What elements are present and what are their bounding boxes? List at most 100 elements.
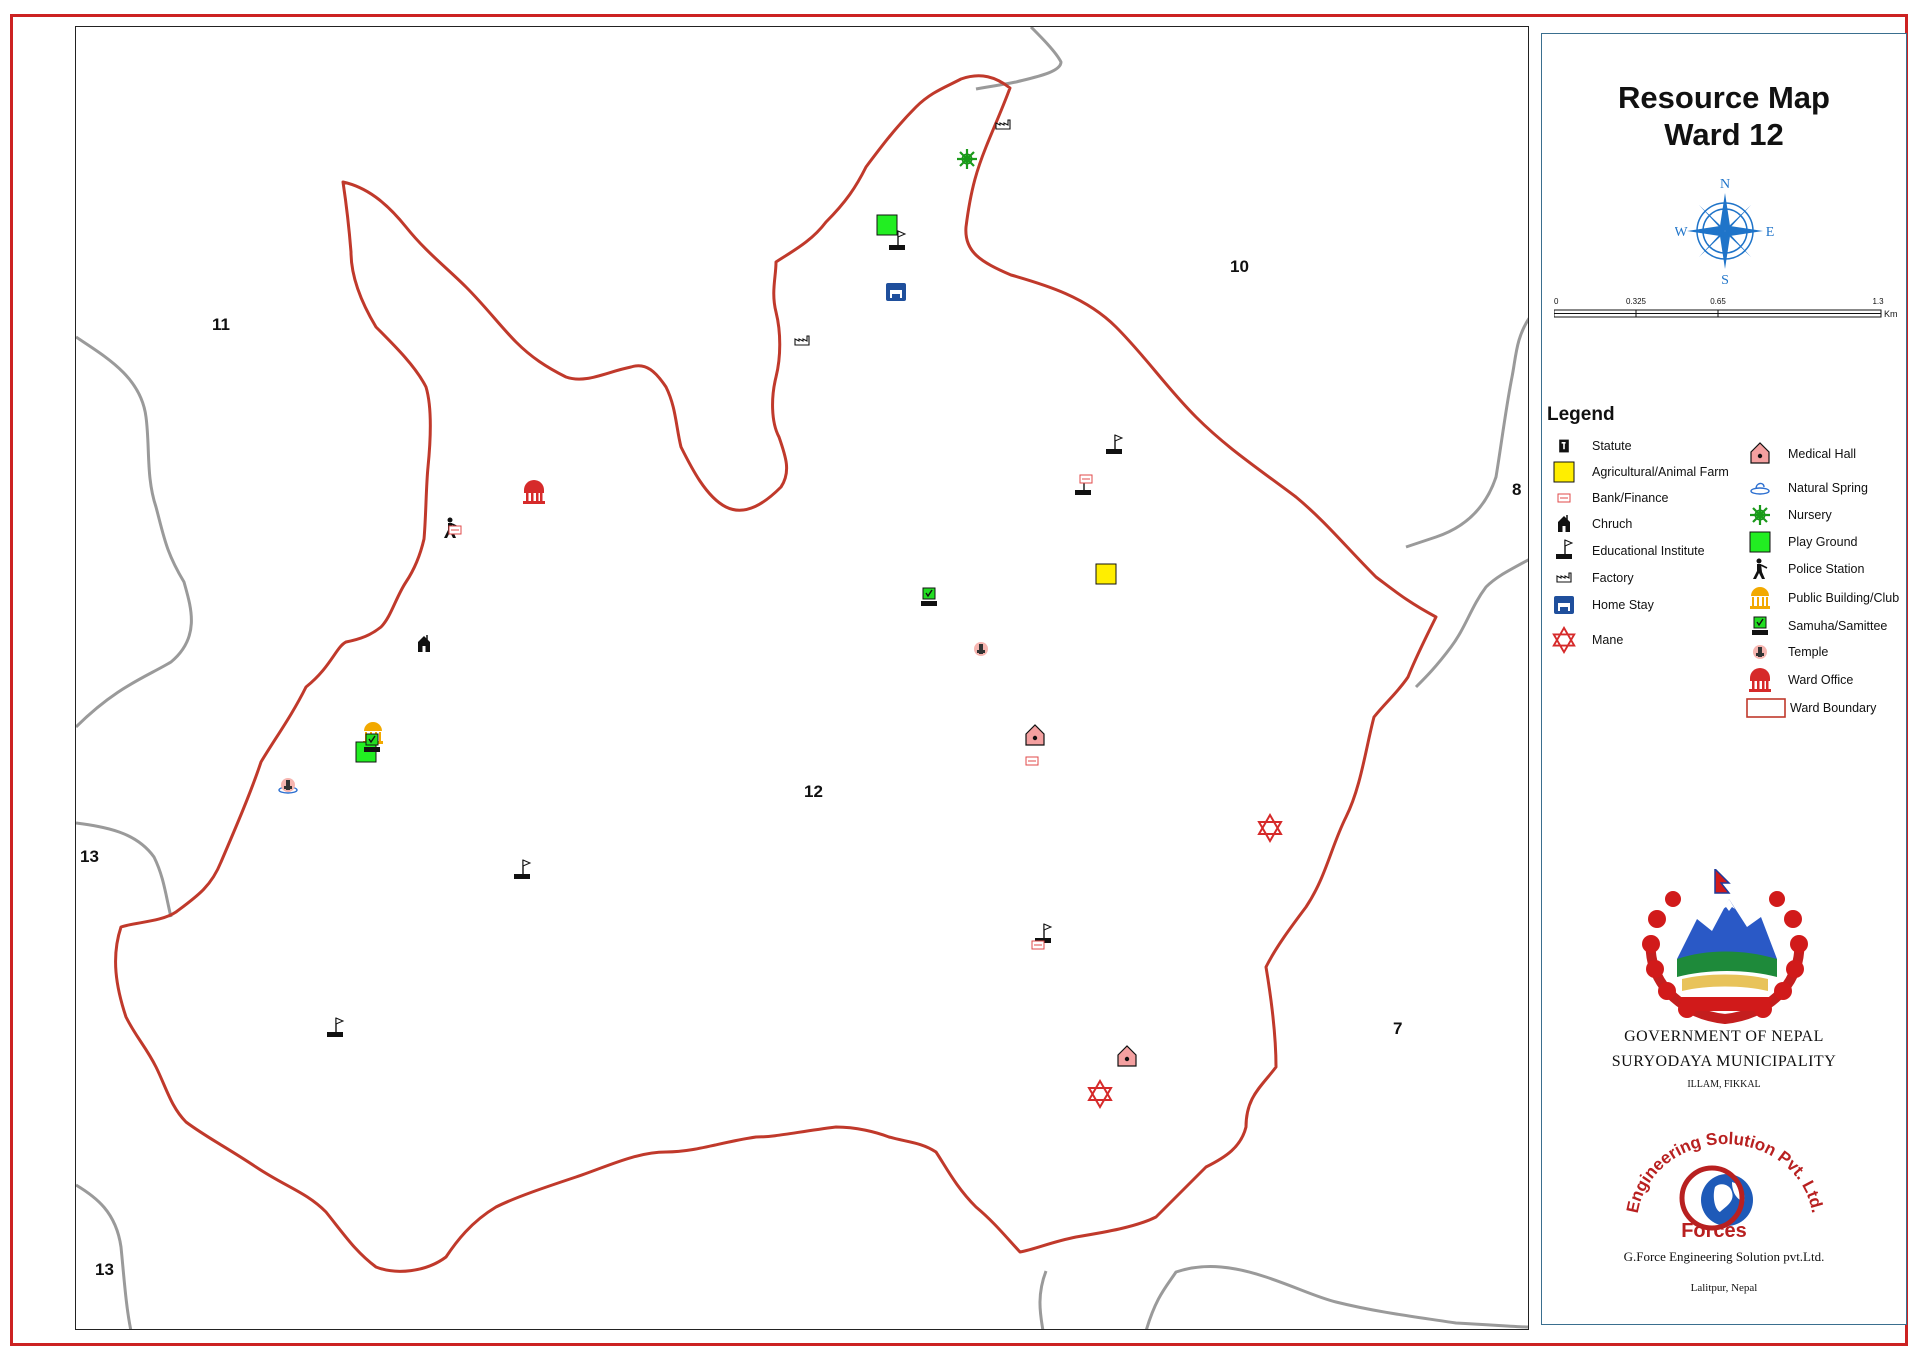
map-canvas [76, 27, 1528, 1329]
samuha-icon [920, 587, 938, 607]
church-icon [417, 634, 431, 653]
legend-item-ward-office: Ward Office [1746, 668, 1853, 692]
scale-bar: 0 0.325 0.65 1.3 Km [1554, 297, 1898, 319]
home-stay-icon [1554, 596, 1574, 614]
compass-north-label: N [1720, 177, 1730, 192]
medical-hall-icon [1025, 724, 1045, 746]
legend-label: Mane [1592, 633, 1624, 647]
legend-item-home-stay: Home Stay [1550, 593, 1654, 617]
legend-label: Police Station [1788, 562, 1865, 576]
scale-tick-1: 0.325 [1626, 297, 1647, 306]
legend-label: Chruch [1592, 517, 1633, 531]
police-station-icon [1752, 557, 1768, 580]
legend-item-agricultural-farm: Agricultural/Animal Farm [1550, 460, 1729, 484]
legend-label: Ward Office [1788, 673, 1854, 687]
church-icon [1557, 514, 1571, 533]
ward-label-8: 8 [1512, 480, 1522, 499]
bank-icon [448, 525, 462, 535]
legend-label: Public Building/Club [1788, 591, 1900, 605]
nursery-icon [1748, 503, 1772, 527]
medical-hall-icon [1117, 1045, 1137, 1067]
bank-icon [1079, 474, 1093, 484]
agricultural-farm-icon [1095, 563, 1117, 585]
legend-label: Temple [1788, 645, 1829, 659]
legend-label: Educational Institute [1592, 544, 1705, 558]
company-name: G.Force Engineering Solution pvt.Ltd. [1623, 1249, 1825, 1264]
nursery-icon [955, 147, 979, 171]
samuha-icon [1751, 616, 1769, 636]
playground-icon [1749, 531, 1771, 553]
mane-star-icon [1258, 814, 1282, 842]
temple-icon [974, 642, 988, 656]
legend-item-medical-hall: Medical Hall [1746, 442, 1856, 466]
samuha-icon [363, 733, 381, 753]
home-stay-icon [886, 283, 906, 301]
boundary-ward-13-south [76, 1183, 133, 1329]
factory-icon [1556, 572, 1572, 583]
boundary-ward-8 [1405, 317, 1528, 549]
boundary-ward-7-south [1038, 1270, 1048, 1329]
factory-icon [794, 335, 810, 346]
map-area[interactable]: 11 10 8 12 13 7 13 [75, 26, 1529, 1330]
legend-label: Factory [1592, 571, 1634, 585]
legend-item-bank: Bank/Finance [1550, 486, 1668, 510]
ward-label-13: 13 [80, 847, 99, 866]
legend-label: Ward Boundary [1790, 701, 1877, 715]
school-flag-icon [1105, 434, 1123, 455]
legend-item-natural-spring: Natural Spring [1746, 476, 1868, 500]
legend-item-police-station: Police Station [1746, 557, 1864, 581]
map-symbols [278, 119, 1282, 1108]
map-title-line-2: Ward 12 [1664, 117, 1784, 152]
municipality-address: ILLAM, FIKKAL [1687, 1079, 1761, 1090]
school-flag-icon [326, 1017, 344, 1038]
temple-icon [1753, 645, 1767, 659]
compass-south-label: S [1721, 273, 1729, 286]
scale-unit: Km [1884, 309, 1898, 319]
ward-office-icon [1749, 668, 1771, 692]
boundary-ward-10-top [975, 27, 1063, 91]
ward-label-10: 10 [1230, 257, 1249, 276]
compass-east-label: E [1766, 225, 1775, 240]
bank-icon [1031, 940, 1045, 950]
school-flag-icon [1034, 923, 1052, 944]
gforce-company-logo: Engineering Solution Pvt. Ltd. Forces [1623, 1129, 1827, 1242]
legend-item-play-ground: Play Ground [1746, 530, 1857, 554]
boundary-ward-7-southeast [1145, 1265, 1528, 1329]
legend-label: Nursery [1788, 508, 1832, 522]
north-arrow-compass-icon: N S W E [1675, 177, 1775, 286]
legend-label: Medical Hall [1788, 447, 1857, 461]
legend-label: Statute [1592, 439, 1632, 453]
municipality-name: SURYODAYA MUNICIPALITY [1611, 1053, 1837, 1070]
medical-hall-icon [1750, 442, 1770, 464]
ward-office-icon [523, 480, 545, 504]
bank-icon [1557, 493, 1571, 503]
legend-item-nursery: Nursery [1746, 503, 1832, 527]
legend-item-temple: Temple [1746, 640, 1828, 664]
legend-item-mane: Mane [1550, 626, 1624, 654]
playground-icon [876, 214, 898, 236]
public-building-icon [1750, 587, 1770, 609]
map-title-line-1: Resource Map [1618, 80, 1830, 115]
boundary-ward-13 [76, 821, 173, 918]
compass-west-label: W [1675, 225, 1688, 240]
ward-label-12: 12 [804, 782, 823, 801]
ward-label-7: 7 [1393, 1019, 1403, 1038]
legend-item-ward-boundary: Ward Boundary [1746, 696, 1876, 720]
legend-item-samuha: Samuha/Samittee [1746, 614, 1887, 638]
map-side-panel: Resource Map Ward 12 N S W E 0 0.325 0.6… [1541, 33, 1907, 1325]
agricultural-farm-icon [1553, 461, 1575, 483]
boundary-ward-11-13 [76, 335, 193, 729]
legend-item-public-building: Public Building/Club [1746, 586, 1899, 610]
temple-icon [281, 778, 295, 792]
legend-label: Play Ground [1788, 535, 1858, 549]
legend-item-factory: Factory [1550, 566, 1634, 590]
scale-tick-0: 0 [1554, 297, 1559, 306]
statue-icon [1559, 439, 1569, 453]
gforce-logo-word: Forces [1681, 1220, 1747, 1242]
bank-icon [1025, 756, 1039, 766]
mane-star-icon [1088, 1080, 1112, 1108]
legend-heading: Legend [1547, 404, 1615, 425]
school-flag-icon [513, 859, 531, 880]
mane-star-icon [1552, 626, 1576, 654]
legend-label: Bank/Finance [1592, 491, 1669, 505]
